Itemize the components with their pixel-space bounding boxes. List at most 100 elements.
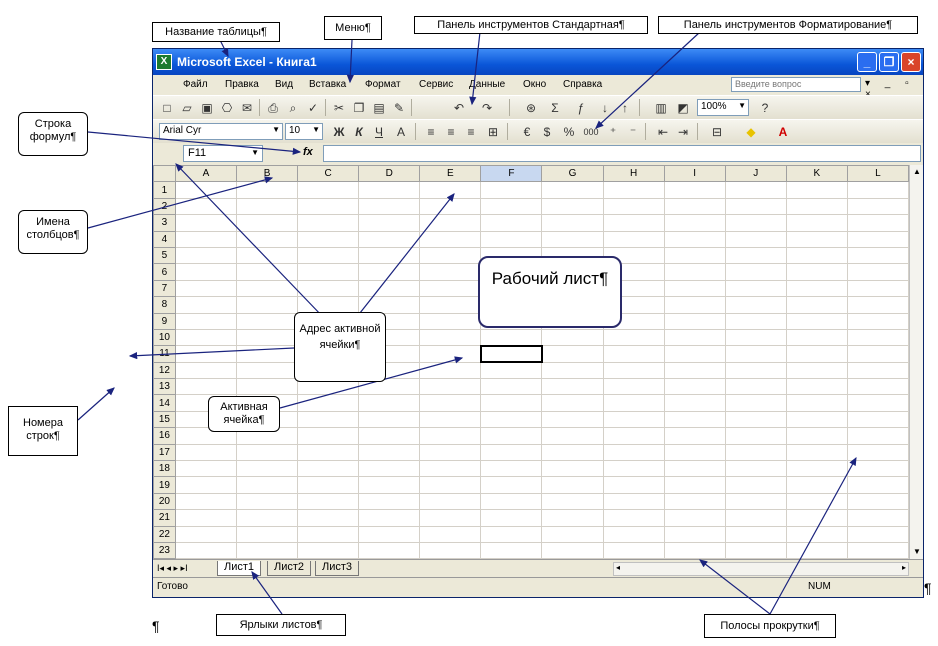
cell[interactable] — [419, 312, 482, 330]
cell[interactable] — [541, 230, 604, 248]
cell[interactable] — [419, 230, 482, 248]
cell[interactable] — [174, 214, 237, 232]
cell[interactable] — [480, 443, 543, 462]
cell[interactable] — [358, 279, 421, 298]
cell[interactable] — [602, 345, 665, 363]
cell[interactable] — [419, 279, 482, 298]
cell[interactable] — [541, 394, 604, 412]
paste-icon[interactable]: ▤ — [371, 100, 387, 116]
menu-help[interactable]: Справка — [563, 79, 602, 90]
cell[interactable] — [358, 394, 421, 412]
menu-format[interactable]: Формат — [365, 79, 401, 90]
cell[interactable] — [663, 214, 726, 232]
cell[interactable] — [297, 394, 360, 412]
cell[interactable] — [602, 476, 665, 494]
cell[interactable] — [846, 328, 909, 347]
cell[interactable] — [663, 296, 726, 314]
cell[interactable] — [846, 525, 909, 543]
cell[interactable] — [541, 197, 604, 216]
scroll-left-icon[interactable]: ◂ — [616, 563, 620, 572]
cell[interactable] — [358, 230, 421, 248]
cell[interactable] — [174, 181, 237, 199]
column-header[interactable]: D — [358, 165, 421, 183]
cell[interactable] — [235, 345, 299, 363]
cell[interactable] — [174, 509, 237, 527]
cell[interactable] — [358, 181, 421, 199]
cell[interactable] — [663, 443, 726, 462]
cell[interactable] — [419, 345, 482, 363]
cell[interactable] — [785, 410, 848, 429]
cell[interactable] — [541, 476, 604, 494]
cell[interactable] — [358, 443, 421, 462]
cell[interactable] — [602, 181, 665, 199]
help-search-input[interactable]: Введите вопрос — [731, 77, 861, 92]
cell[interactable] — [724, 541, 787, 559]
row-header[interactable]: 21 — [153, 509, 176, 527]
cell[interactable] — [358, 525, 421, 543]
row-header[interactable]: 16 — [153, 427, 176, 445]
cell[interactable] — [785, 361, 848, 380]
cell[interactable] — [480, 427, 543, 445]
column-header[interactable]: K — [785, 165, 848, 183]
cell[interactable] — [174, 328, 237, 347]
row-header[interactable]: 22 — [153, 525, 176, 543]
cell[interactable] — [235, 214, 299, 232]
cell[interactable] — [235, 541, 299, 559]
cell[interactable] — [663, 361, 726, 380]
cell[interactable] — [419, 476, 482, 494]
column-header[interactable]: G — [541, 165, 604, 183]
cell[interactable] — [785, 181, 848, 199]
row-header[interactable]: 2 — [153, 197, 176, 216]
cell[interactable] — [297, 410, 360, 429]
cell[interactable] — [785, 263, 848, 281]
excel-app-icon[interactable]: X — [156, 54, 172, 70]
bold-button[interactable]: Ж — [331, 124, 347, 140]
cell[interactable] — [480, 541, 543, 559]
underline-button[interactable]: Ч — [371, 124, 387, 140]
cell[interactable] — [663, 181, 726, 199]
cell[interactable] — [358, 410, 421, 429]
cell[interactable] — [297, 541, 360, 559]
chart-wizard-icon[interactable]: ▥ — [653, 100, 669, 116]
cell[interactable] — [785, 279, 848, 298]
cell[interactable] — [358, 541, 421, 559]
cell[interactable] — [419, 263, 482, 281]
font-color-icon[interactable]: A — [775, 124, 791, 140]
cell[interactable] — [297, 427, 360, 445]
autosum-icon[interactable]: Σ — [547, 100, 563, 116]
hyperlink-icon[interactable]: ⊛ — [523, 100, 539, 116]
cell[interactable] — [174, 230, 237, 248]
borders-icon[interactable]: ⊟ — [709, 124, 725, 140]
column-header[interactable]: L — [846, 165, 909, 183]
cell[interactable] — [541, 492, 604, 511]
row-header[interactable]: 15 — [153, 410, 176, 429]
cell[interactable] — [297, 230, 360, 248]
cell[interactable] — [174, 361, 237, 380]
cell[interactable] — [480, 394, 543, 412]
cell[interactable] — [724, 492, 787, 511]
cell[interactable] — [846, 378, 909, 396]
cell[interactable] — [724, 361, 787, 380]
cell[interactable] — [724, 296, 787, 314]
cell[interactable] — [235, 443, 299, 462]
cell[interactable] — [602, 214, 665, 232]
cell[interactable] — [541, 525, 604, 543]
cell[interactable] — [358, 296, 421, 314]
cell[interactable] — [541, 460, 604, 478]
row-header[interactable]: 14 — [153, 394, 176, 412]
cell[interactable] — [419, 197, 482, 216]
cell[interactable] — [724, 230, 787, 248]
cell[interactable] — [480, 361, 543, 380]
cell[interactable] — [602, 509, 665, 527]
cell[interactable] — [846, 181, 909, 199]
cell[interactable] — [724, 214, 787, 232]
cell[interactable] — [358, 492, 421, 511]
menu-data[interactable]: Данные — [469, 79, 505, 90]
column-header[interactable]: H — [602, 165, 665, 183]
cell[interactable] — [846, 427, 909, 445]
cell-table[interactable]: A B C D E F G H I J K L 1 2 3 4 5 6 7 8 9 10 11 12 1… — [153, 165, 909, 559]
email-icon[interactable]: ✉ — [239, 100, 255, 116]
cell[interactable] — [602, 394, 665, 412]
cell[interactable] — [235, 378, 299, 396]
name-box[interactable]: F11 ▼ — [183, 145, 263, 162]
